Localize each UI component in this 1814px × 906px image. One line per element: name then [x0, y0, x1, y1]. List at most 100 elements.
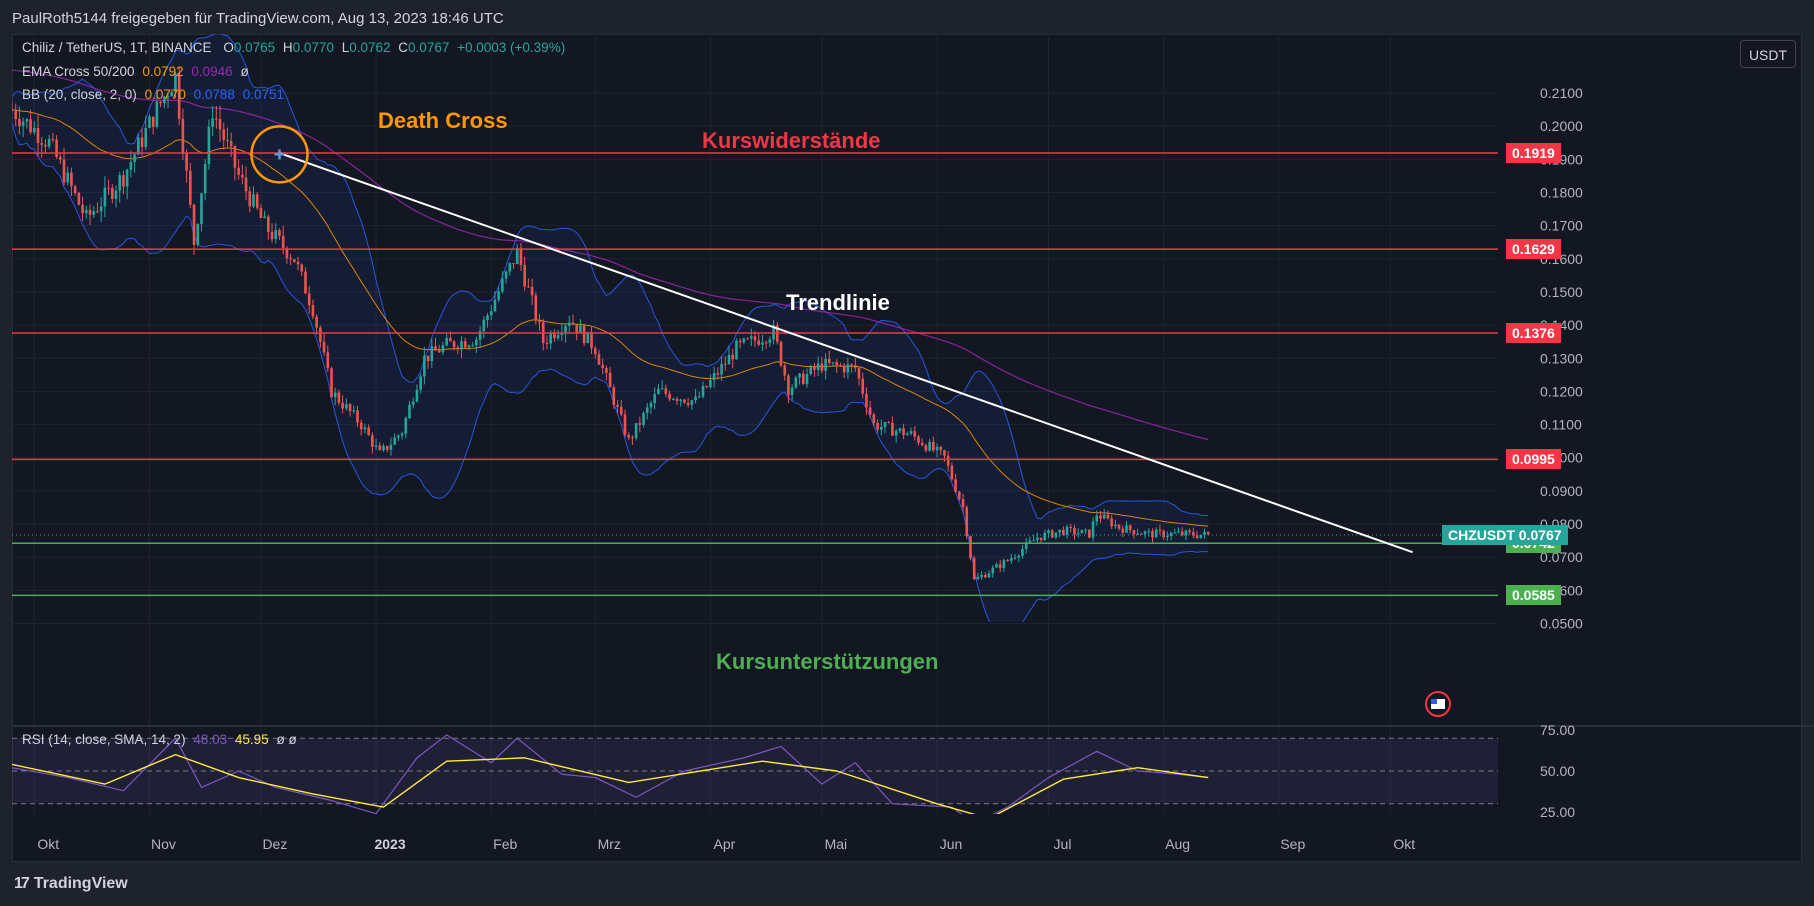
visibility-icon[interactable]: ø: [240, 64, 248, 79]
rsi-tick-label: 75.00: [1540, 722, 1575, 738]
y-tick-label: 0.1200: [1540, 383, 1583, 399]
candle-body: [1195, 535, 1199, 538]
candle-body: [645, 407, 649, 413]
candle-body: [348, 404, 352, 412]
candle: [77, 191, 81, 206]
bb-legend[interactable]: BB (20, close, 2, 0) 0.0770 0.0788 0.075…: [22, 87, 288, 102]
candle-body: [385, 445, 389, 450]
candle-body: [1062, 529, 1065, 535]
x-tick-label: Jun: [940, 836, 963, 852]
high-label: H: [282, 40, 293, 55]
candle-body: [764, 342, 768, 344]
candle-body: [857, 368, 861, 379]
change-value: +0.0003 (+0.39%): [457, 40, 566, 55]
candle-body: [984, 575, 987, 578]
candle-body: [1088, 529, 1091, 538]
candle-body: [619, 406, 623, 415]
trendline-label: Trendlinie: [786, 290, 890, 315]
candle-body: [475, 339, 478, 346]
x-tick-label: Okt: [1393, 836, 1415, 852]
candle-body: [1162, 530, 1165, 538]
candle-body: [946, 455, 950, 466]
candle-body: [426, 355, 430, 362]
candle-body: [671, 398, 675, 400]
x-tick-label: Jul: [1054, 836, 1072, 852]
candle-body: [1099, 515, 1102, 519]
candle-body: [958, 491, 961, 500]
candle-body: [73, 186, 77, 193]
candle-body: [727, 354, 731, 365]
candle-body: [397, 435, 400, 438]
candle-body: [597, 354, 601, 365]
candle-body: [660, 388, 664, 390]
open-value: 0.0765: [233, 40, 276, 55]
tradingview-logo[interactable]: 17 TradingView: [14, 875, 128, 893]
candle-body: [783, 365, 787, 376]
candle-body: [1028, 540, 1032, 543]
currency-button[interactable]: USDT: [1740, 40, 1796, 68]
candle-body: [107, 187, 110, 189]
candle-body: [1043, 532, 1047, 541]
candle-body: [887, 422, 891, 424]
candle-body: [345, 404, 348, 409]
candle-body: [497, 291, 500, 300]
rsi-value-2: 45.95: [234, 732, 269, 747]
candle-body: [631, 437, 634, 439]
candle-body: [352, 410, 356, 412]
candle-body: [1050, 530, 1054, 538]
symbol-name[interactable]: Chiliz / TetherUS, 1T, BINANCE: [22, 40, 212, 55]
ema-label[interactable]: EMA Cross 50/200: [22, 64, 135, 79]
candle-body: [1095, 515, 1099, 522]
candle-body: [891, 422, 894, 436]
close-label: C: [398, 40, 409, 55]
candle-body: [538, 320, 541, 323]
candle-body: [330, 368, 333, 398]
symbol-legend[interactable]: Chiliz / TetherUS, 1T, BINANCE O0.0765 H…: [22, 40, 569, 55]
candle-body: [92, 211, 96, 215]
candle-body: [1188, 530, 1191, 533]
ema-legend[interactable]: EMA Cross 50/200 0.0792 0.0946 ø: [22, 64, 253, 79]
visibility-icon[interactable]: ø ø: [276, 732, 296, 747]
support-label: Kursunterstützungen: [716, 649, 939, 674]
candle-body: [683, 399, 686, 403]
candle-body: [1073, 527, 1076, 535]
x-tick-label: Dez: [262, 836, 287, 852]
candle-body: [441, 345, 445, 353]
rsi-value-1: 48.03: [193, 732, 228, 747]
candle-body: [244, 177, 248, 192]
candle-body: [709, 380, 712, 388]
candle-body: [1154, 529, 1158, 538]
candle: [1050, 529, 1054, 539]
candle-body: [820, 363, 824, 371]
candle-body: [222, 129, 226, 140]
candle-body: [961, 499, 965, 508]
bb-label[interactable]: BB (20, close, 2, 0): [22, 87, 137, 102]
candle-body: [81, 204, 84, 214]
brand-name: TradingView: [33, 875, 128, 892]
y-tick-label: 0.0500: [1540, 616, 1583, 632]
rsi-legend[interactable]: RSI (14, close, SMA, 14, 2) 48.03 45.95 …: [22, 732, 301, 747]
candle-body: [716, 373, 720, 375]
candle-body: [1114, 524, 1117, 527]
candle-body: [326, 352, 330, 369]
candle-body: [638, 423, 642, 425]
candle-body: [582, 325, 586, 344]
bb-value-2: 0.0788: [193, 87, 235, 102]
candle-body: [12, 109, 14, 111]
candle-body: [530, 287, 534, 296]
candle-body: [735, 340, 738, 360]
rsi-label[interactable]: RSI (14, close, SMA, 14, 2): [22, 732, 186, 747]
candle-body: [523, 264, 526, 287]
candle-body: [114, 190, 118, 199]
candle-body: [902, 428, 905, 436]
candle-body: [694, 396, 697, 401]
rsi-tick-label: 50.00: [1540, 763, 1575, 779]
candle-body: [1117, 524, 1121, 529]
x-tick-label: Aug: [1165, 836, 1190, 852]
candle-body: [151, 116, 155, 127]
candle: [735, 338, 738, 360]
candle-body: [842, 365, 846, 373]
main-pane: [12, 34, 1210, 622]
candle-body: [917, 436, 920, 443]
x-tick-label: 2023: [374, 836, 405, 852]
